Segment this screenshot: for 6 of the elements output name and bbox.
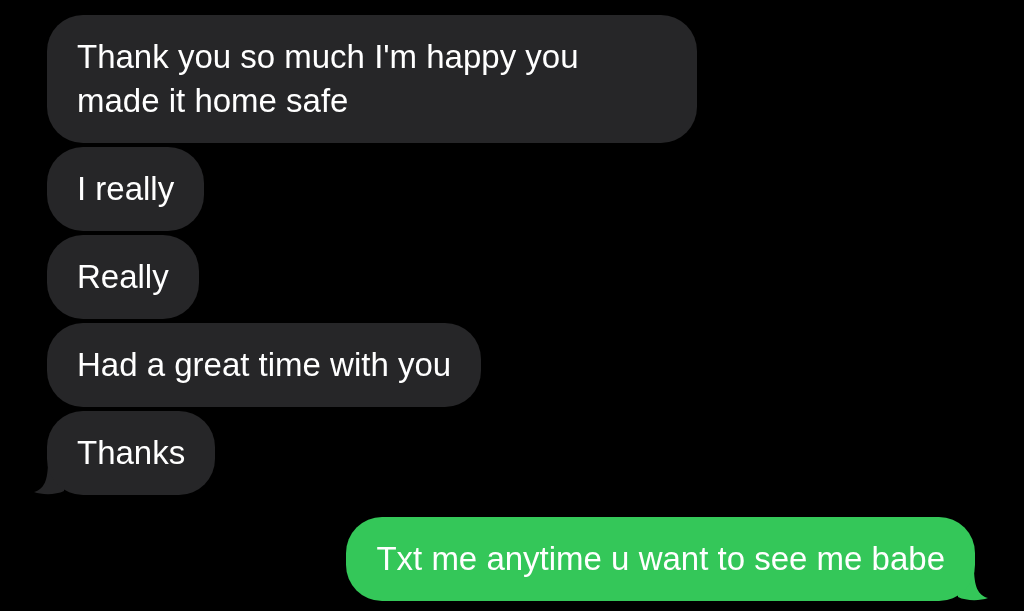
- message-bubble: Had a great time with you: [47, 323, 482, 407]
- message-bubble: Really: [47, 235, 199, 319]
- message-bubble: Thanks: [47, 411, 216, 495]
- message-bubble: Txt me anytime u want to see me babe: [346, 517, 975, 601]
- message-bubble: I really: [47, 147, 205, 231]
- message-bubble: Thank you so much I'm happy you made it home safe: [47, 15, 697, 143]
